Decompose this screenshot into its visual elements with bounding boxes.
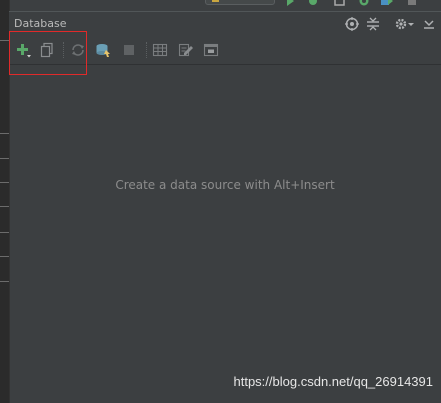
hide-icon[interactable] (422, 17, 436, 31)
gear-dropdown-icon[interactable] (407, 17, 415, 31)
refresh-button[interactable] (70, 42, 86, 58)
toolbar-separator (63, 42, 65, 58)
config-icon (212, 0, 219, 2)
gutter-line (0, 40, 9, 41)
panel-title: Database (14, 17, 67, 30)
coverage-icon[interactable] (334, 0, 346, 6)
gutter-line (0, 158, 9, 159)
stop-button[interactable] (121, 42, 137, 58)
toolbar-separator (146, 42, 148, 58)
run-icon[interactable] (284, 0, 296, 6)
collapse-icon[interactable] (366, 17, 380, 31)
deploy-icon[interactable] (381, 0, 393, 6)
database-tool-window: Database Create a data source with Alt+I… (0, 0, 441, 403)
debug-icon[interactable] (307, 0, 319, 6)
gear-icon[interactable] (394, 17, 408, 31)
gutter-line (0, 182, 9, 183)
gutter-line (0, 232, 9, 233)
database-toolbar (9, 36, 441, 65)
table-view-button[interactable] (152, 42, 168, 58)
edit-source-button[interactable] (178, 42, 194, 58)
toolbar-more-icon[interactable] (406, 0, 418, 6)
tool-window-header: Database (9, 11, 441, 36)
main-toolbar-strip (0, 0, 441, 8)
db-console-button[interactable] (95, 42, 111, 58)
profile-icon[interactable] (358, 0, 370, 6)
run-configuration-selector[interactable] (205, 0, 275, 5)
add-data-source-button[interactable] (15, 42, 31, 58)
empty-state-message: Create a data source with Alt+Insert (115, 178, 335, 192)
gutter-line (0, 281, 9, 282)
gutter-line (0, 206, 9, 207)
watermark-text: https://blog.csdn.net/qq_26914391 (233, 374, 434, 389)
gutter-line (0, 133, 9, 134)
gutter-line (0, 256, 9, 257)
duplicate-button[interactable] (39, 42, 55, 58)
sql-console-button[interactable] (203, 42, 219, 58)
target-icon[interactable] (345, 17, 359, 31)
